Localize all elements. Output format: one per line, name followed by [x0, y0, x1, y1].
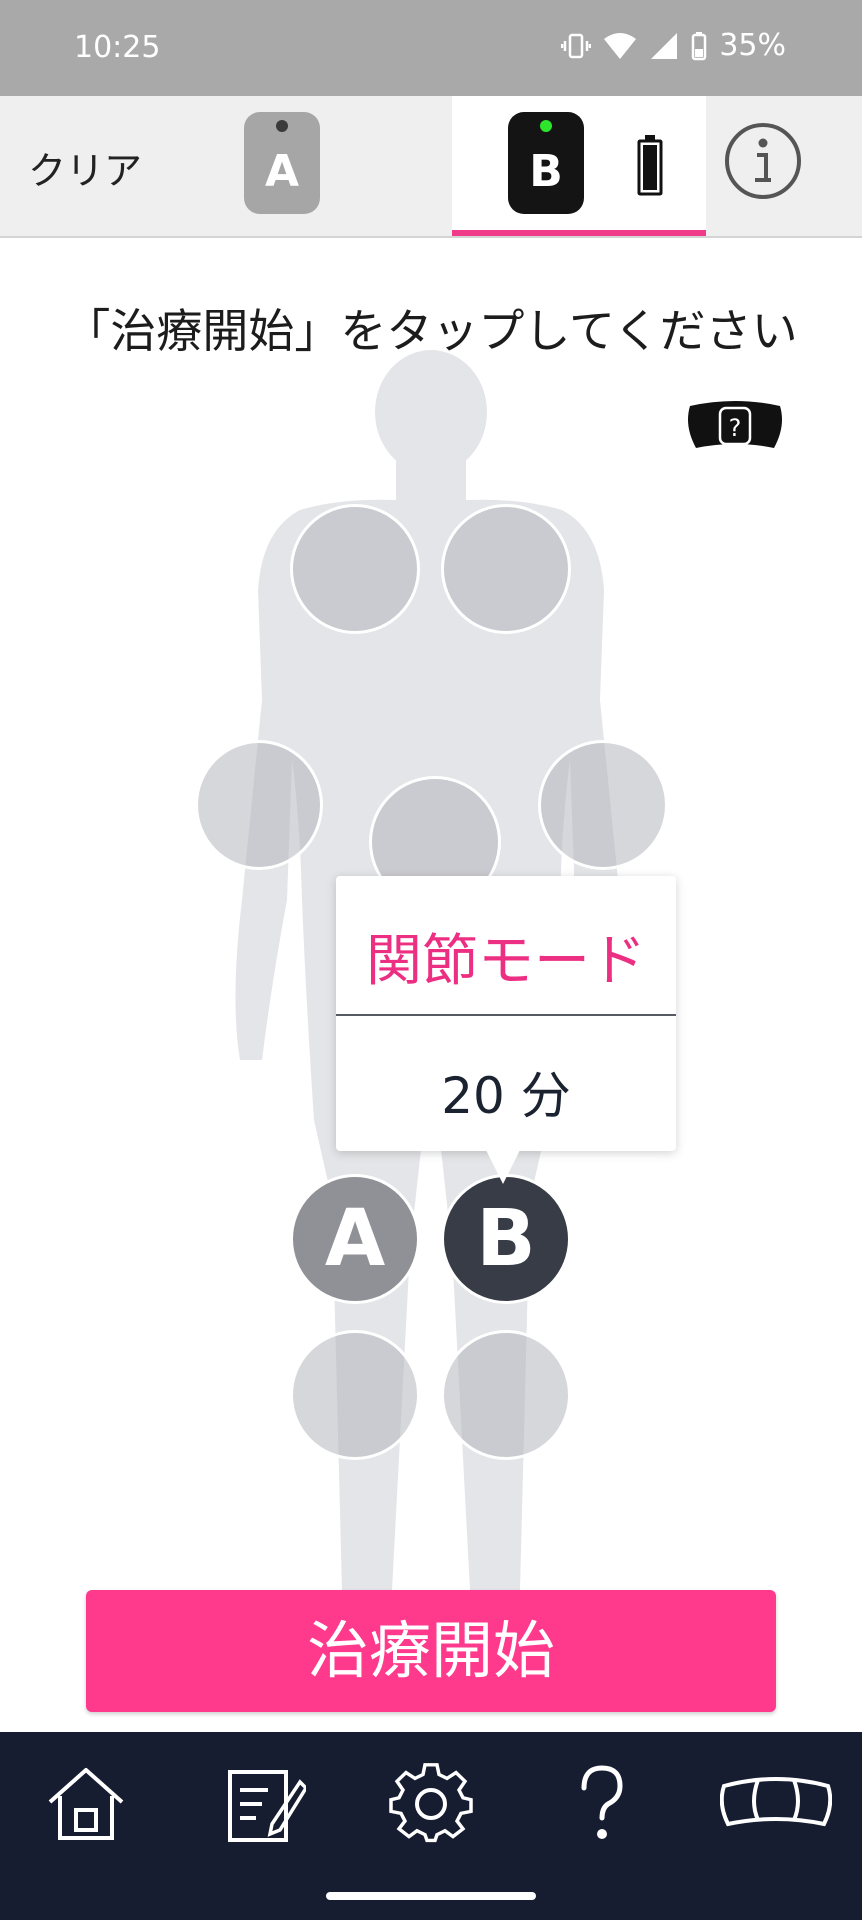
pad-b-label: B	[476, 1194, 536, 1284]
pad-zone-right-shin[interactable]	[441, 1330, 571, 1460]
pad-zone-right-elbow[interactable]	[538, 740, 668, 870]
popup-pointer	[486, 1150, 520, 1184]
settings-icon[interactable]	[389, 1762, 473, 1846]
gesture-area	[0, 1872, 862, 1920]
duration-label[interactable]: 20 分	[336, 1056, 676, 1128]
pad-zone-left-shin[interactable]	[290, 1330, 420, 1460]
body-figure: A B	[0, 0, 862, 1700]
pad-zone-right-shoulder[interactable]	[441, 504, 571, 634]
pad-a-left-knee[interactable]: A	[290, 1174, 420, 1304]
bottom-nav	[0, 1732, 862, 1872]
pad-zone-left-elbow[interactable]	[195, 740, 323, 870]
instruction-text: 「治療開始」をタップしてください	[64, 304, 798, 358]
app-screen: 10:25 35% クリア A B A B 「治療開始」をタップしてください ?…	[0, 0, 862, 1920]
mode-label[interactable]: 関節モード	[336, 916, 676, 997]
help-icon[interactable]	[560, 1762, 644, 1846]
notes-icon[interactable]	[222, 1762, 306, 1846]
home-icon[interactable]	[44, 1762, 128, 1846]
mode-popup[interactable]: 関節モード 20 分	[336, 876, 676, 1151]
popup-divider	[336, 1014, 676, 1016]
pad-b-right-knee[interactable]: B	[441, 1174, 571, 1304]
pads-icon[interactable]	[720, 1762, 832, 1846]
pad-zone-left-shoulder[interactable]	[290, 504, 420, 634]
pad-help-icon[interactable]: ?	[686, 398, 784, 454]
pad-a-label: A	[324, 1194, 386, 1284]
home-gesture-bar[interactable]	[326, 1892, 536, 1900]
start-treatment-button[interactable]: 治療開始	[86, 1590, 776, 1712]
svg-text:?: ?	[729, 414, 742, 442]
